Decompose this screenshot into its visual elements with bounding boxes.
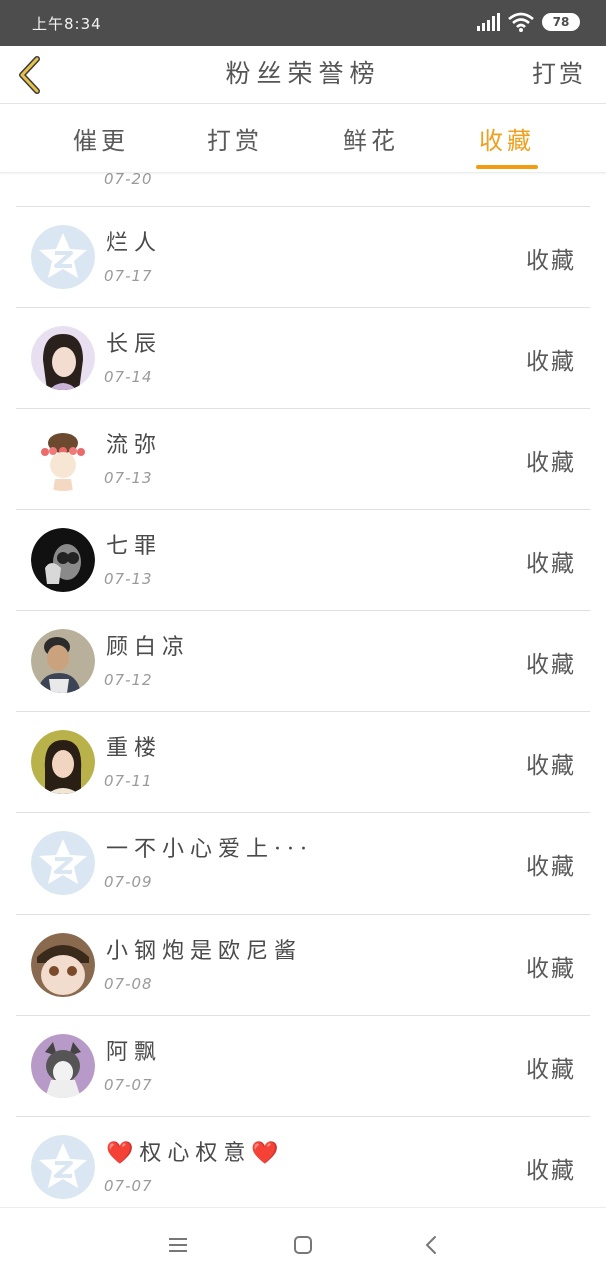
- row-action: 收藏: [526, 1057, 576, 1083]
- home-icon: [294, 1236, 312, 1254]
- user-avatar: [31, 326, 95, 390]
- tip-button[interactable]: 打赏: [532, 54, 586, 89]
- row-date: 07-09: [104, 873, 153, 891]
- row-action: 收藏: [526, 349, 576, 375]
- row-name: 烂人: [106, 231, 163, 256]
- user-avatar: [31, 730, 95, 794]
- fan-list[interactable]: 07-20 烂人 07-17 收藏 长辰 07-14 收藏 流弥 07-13 收…: [0, 106, 606, 1206]
- row-date: 07-08: [104, 975, 153, 993]
- row-date: 07-12: [104, 671, 153, 689]
- signal-icon: [477, 13, 500, 31]
- default-avatar-icon: [31, 1135, 95, 1199]
- system-nav-bar: [0, 1207, 606, 1280]
- row-name: 流弥: [106, 433, 163, 458]
- row-action: 收藏: [526, 1158, 576, 1184]
- row-name: 七罪: [106, 534, 163, 559]
- page-title: 粉丝荣誉榜: [225, 59, 381, 88]
- list-item[interactable]: 重楼 07-11 收藏: [16, 711, 590, 812]
- list-item[interactable]: 长辰 07-14 收藏: [16, 307, 590, 408]
- wifi-icon: [508, 12, 534, 32]
- status-time: 上午8:34: [32, 15, 102, 33]
- row-action: 收藏: [526, 551, 576, 577]
- row-action: 收藏: [526, 753, 576, 779]
- row-action: 收藏: [526, 652, 576, 678]
- row-date: 07-07: [104, 1076, 153, 1094]
- list-item[interactable]: 小钢炮是欧尼酱 07-08 收藏: [16, 914, 590, 1015]
- row-date: 07-13: [104, 469, 153, 487]
- title-bar: 粉丝荣誉榜 打赏: [0, 46, 606, 104]
- menu-button[interactable]: [163, 1230, 193, 1260]
- back-arrow-icon: [426, 1236, 436, 1254]
- row-date: 07-11: [104, 772, 153, 790]
- list-item[interactable]: 流弥 07-13 收藏: [16, 408, 590, 509]
- row-name: 阿飘: [106, 1040, 163, 1065]
- tab-urge[interactable]: 催更: [66, 121, 136, 156]
- list-item[interactable]: 顾白凉 07-12 收藏: [16, 610, 590, 711]
- row-action: 收藏: [526, 956, 576, 982]
- row-date: 07-07: [104, 1177, 153, 1195]
- status-icons: 78: [476, 12, 580, 32]
- row-action: 收藏: [526, 248, 576, 274]
- default-avatar-icon: [31, 225, 95, 289]
- row-name: 长辰: [106, 332, 163, 357]
- user-avatar: [31, 528, 95, 592]
- active-tab-indicator: [476, 165, 538, 169]
- user-avatar: [31, 1034, 95, 1098]
- status-bar: 上午8:34 78: [0, 0, 606, 46]
- row-name: 顾白凉: [106, 635, 191, 660]
- row-date: 07-17: [104, 267, 153, 285]
- row-date: 07-14: [104, 368, 153, 386]
- back-nav-button[interactable]: [416, 1230, 446, 1260]
- row-date: 07-13: [104, 570, 153, 588]
- list-item[interactable]: ❤️权心权意❤️ 07-07 收藏: [16, 1116, 590, 1206]
- tab-bar: 催更 打赏 鲜花 收藏: [0, 105, 606, 173]
- tab-favorites[interactable]: 收藏: [472, 121, 542, 156]
- row-name: ❤️权心权意❤️: [106, 1141, 285, 1166]
- list-item[interactable]: 一不小心爱上··· 07-09 收藏: [16, 812, 590, 913]
- list-item[interactable]: 烂人 07-17 收藏: [16, 206, 590, 307]
- menu-icon: [169, 1238, 187, 1252]
- row-name: 重楼: [106, 736, 163, 761]
- row-name: 一不小心爱上···: [106, 837, 313, 862]
- user-avatar: [31, 933, 95, 997]
- row-name: 小钢炮是欧尼酱: [106, 939, 303, 964]
- list-item[interactable]: 七罪 07-13 收藏: [16, 509, 590, 610]
- user-avatar: [31, 629, 95, 693]
- home-button[interactable]: [288, 1230, 318, 1260]
- row-action: 收藏: [526, 450, 576, 476]
- battery-indicator: 78: [542, 13, 580, 31]
- tab-flowers[interactable]: 鲜花: [336, 121, 406, 156]
- tab-tip[interactable]: 打赏: [200, 121, 270, 156]
- default-avatar-icon: [31, 831, 95, 895]
- user-avatar: [31, 427, 95, 491]
- list-item[interactable]: 阿飘 07-07 收藏: [16, 1015, 590, 1116]
- row-action: 收藏: [526, 854, 576, 880]
